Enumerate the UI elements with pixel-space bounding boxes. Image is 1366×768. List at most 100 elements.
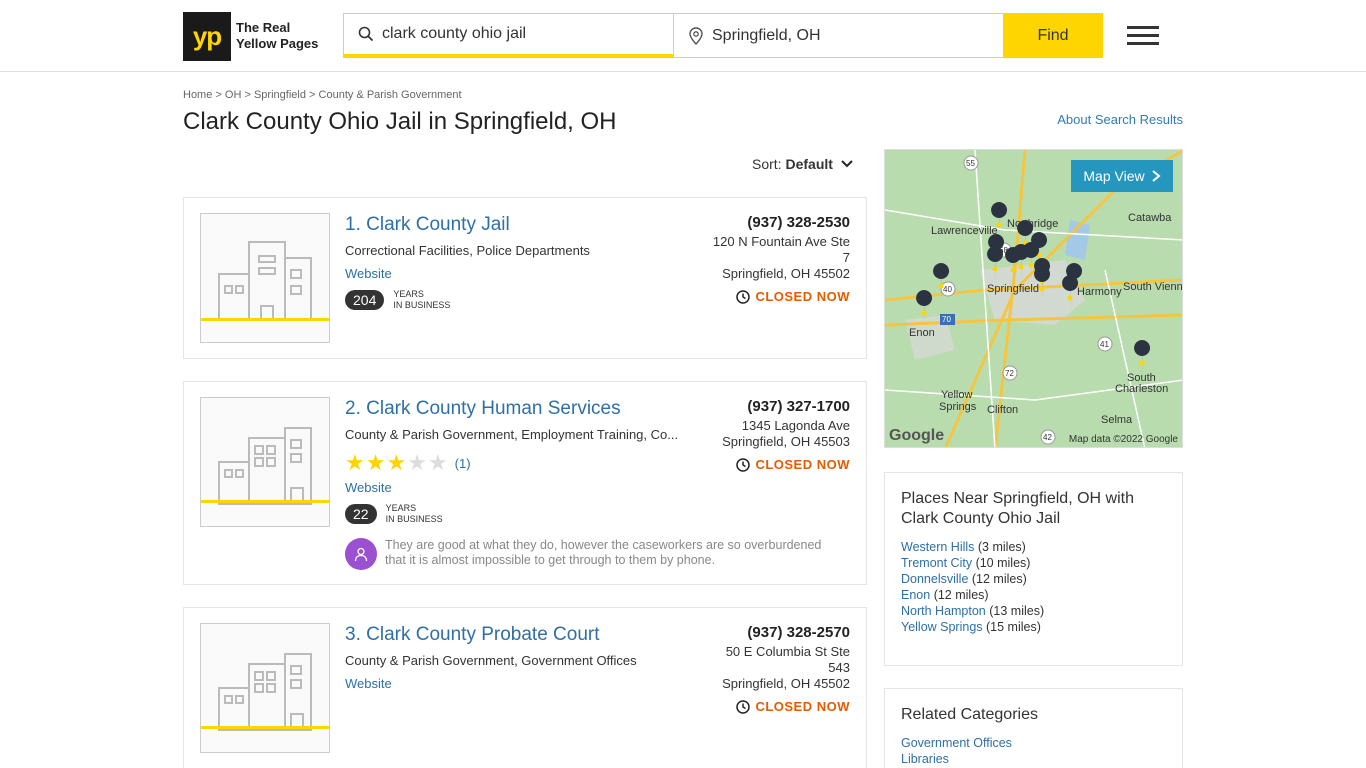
results-map[interactable]: Lawrenceville Northridge Catawba Springf… — [884, 149, 1183, 448]
website-link[interactable]: Website — [345, 676, 392, 691]
hours-status: CLOSED NOW — [736, 289, 850, 304]
place-distance: (12 miles) — [971, 572, 1027, 586]
star-full-icon: ★ — [345, 450, 365, 475]
logo-line-2: Yellow Pages — [236, 36, 319, 51]
map-label: Lawrenceville — [931, 225, 998, 237]
category-link[interactable]: Government Offices — [901, 736, 1012, 750]
sort-dropdown[interactable]: Sort: Default — [752, 156, 853, 172]
breadcrumb-city[interactable]: Springfield — [254, 89, 306, 101]
category-link[interactable]: Libraries — [901, 752, 949, 766]
logo-text: The Real Yellow Pages — [236, 20, 318, 52]
hours-status: CLOSED NOW — [736, 457, 850, 472]
breadcrumb-state[interactable]: OH — [225, 89, 242, 101]
years-count: 204 — [345, 290, 385, 310]
map-label: Selma — [1101, 414, 1133, 426]
map-label: Harmony — [1077, 286, 1122, 298]
place-link[interactable]: Tremont City — [901, 556, 972, 570]
place-link[interactable]: Donnelsville — [901, 572, 968, 586]
business-categories: Correctional Facilities, Police Departme… — [345, 243, 590, 258]
google-logo: Google — [889, 427, 945, 444]
map-view-button[interactable]: Map View — [1071, 160, 1173, 192]
clock-icon — [736, 289, 751, 304]
result-card-1: 1. Clark County Jail Correctional Facili… — [183, 197, 867, 359]
years-in-business-badge: 204 YEARS IN BUSINESS — [345, 289, 450, 311]
about-search-results-link[interactable]: About Search Results — [1057, 112, 1183, 127]
place-link[interactable]: Western Hills — [901, 540, 974, 554]
business-categories: County & Parish Government, Employment T… — [345, 427, 679, 442]
address-line3: Springfield, OH 45502 — [722, 266, 850, 281]
map-label: Springfield — [987, 283, 1039, 295]
place-link[interactable]: Yellow Springs — [901, 620, 983, 634]
map-label: Yellow — [941, 389, 972, 401]
route-shield: 70 — [942, 315, 951, 324]
search-what-box — [343, 13, 674, 58]
place-distance: (15 miles) — [986, 620, 1041, 634]
business-name-link[interactable]: 2. Clark County Human Services — [345, 398, 621, 420]
search-input[interactable] — [382, 25, 652, 43]
address-line2: 543 — [828, 660, 850, 675]
review-snippet: They are good at what they do, however t… — [345, 538, 835, 570]
place-link[interactable]: North Hampton — [901, 604, 986, 618]
sort-value: Default — [785, 156, 833, 172]
address-line3: Springfield, OH 45502 — [722, 676, 850, 691]
place-link[interactable]: Enon — [901, 588, 930, 602]
hours-status-text: CLOSED NOW — [755, 699, 850, 714]
list-item: Libraries — [901, 751, 1166, 767]
find-button[interactable]: Find — [1003, 13, 1103, 58]
business-name-link[interactable]: 3. Clark County Probate Court — [345, 624, 600, 646]
business-phone: (937) 328-2530 — [747, 214, 850, 231]
clock-icon — [736, 457, 751, 472]
address-line2: 7 — [842, 250, 850, 265]
site-header: yp The Real Yellow Pages Find — [0, 0, 1366, 72]
chevron-down-icon — [841, 160, 853, 168]
related-categories-title: Related Categories — [901, 706, 1038, 723]
location-pin-icon — [689, 26, 703, 45]
website-link[interactable]: Website — [345, 480, 392, 495]
place-distance: (12 miles) — [933, 588, 989, 602]
hours-status: CLOSED NOW — [736, 699, 850, 714]
breadcrumb-home[interactable]: Home — [183, 89, 212, 101]
places-near-title: Places Near Springfield, OH with Clark C… — [901, 490, 1134, 527]
yp-logo[interactable]: yp — [183, 12, 231, 61]
website-link[interactable]: Website — [345, 266, 392, 281]
breadcrumb-sep: > — [215, 89, 222, 101]
location-input[interactable] — [712, 26, 982, 45]
business-placeholder-image — [200, 623, 330, 753]
user-avatar-icon — [345, 538, 377, 570]
star-full-icon: ★ — [386, 450, 407, 475]
address-line1: 120 N Fountain Ave Ste — [712, 234, 850, 249]
places-near-panel: Places Near Springfield, OH with Clark C… — [884, 472, 1183, 666]
rating-count-link[interactable]: (1) — [455, 456, 471, 471]
list-item: Tremont City (10 miles) — [901, 555, 1166, 571]
breadcrumb-category[interactable]: County & Parish Government — [319, 89, 462, 101]
map-label: Catawba — [1128, 212, 1172, 224]
list-item: North Hampton (13 miles) — [901, 603, 1166, 619]
star-empty-icon: ★ — [407, 450, 427, 475]
result-card-2: 2. Clark County Human Services County & … — [183, 381, 867, 585]
star-rating[interactable]: ★ ★ ★ ★ ★ (1) — [345, 452, 471, 474]
related-categories-panel: Related Categories Government Offices Li… — [884, 688, 1183, 768]
years-label: YEARS IN BUSINESS — [386, 503, 443, 525]
sort-label: Sort: — [752, 156, 782, 172]
hours-status-text: CLOSED NOW — [755, 457, 850, 472]
business-name-link[interactable]: 1. Clark County Jail — [345, 214, 510, 236]
hours-status-text: CLOSED NOW — [755, 289, 850, 304]
route-shield: 42 — [1043, 433, 1052, 442]
page-title: Clark County Ohio Jail in Springfield, O… — [183, 108, 617, 135]
breadcrumb-sep: > — [244, 89, 251, 101]
years-label-line2: IN BUSINESS — [393, 300, 451, 310]
map-attribution: Map data ©2022 Google — [1068, 434, 1178, 445]
list-item: Government Offices — [901, 735, 1166, 751]
breadcrumb-sep: > — [309, 89, 316, 101]
breadcrumb: Home > OH > Springfield > County & Paris… — [183, 89, 462, 101]
star-full-icon: ★ — [365, 450, 386, 475]
years-in-business-badge: 22 YEARS IN BUSINESS — [345, 503, 443, 525]
place-distance: (10 miles) — [975, 556, 1031, 570]
list-item: Western Hills (3 miles) — [901, 539, 1166, 555]
clock-icon — [736, 699, 751, 714]
menu-icon[interactable] — [1127, 26, 1159, 46]
star-empty-icon: ★ — [427, 450, 448, 475]
business-categories: County & Parish Government, Government O… — [345, 653, 637, 668]
chevron-right-icon — [1151, 170, 1161, 182]
map-view-label: Map View — [1083, 168, 1145, 184]
